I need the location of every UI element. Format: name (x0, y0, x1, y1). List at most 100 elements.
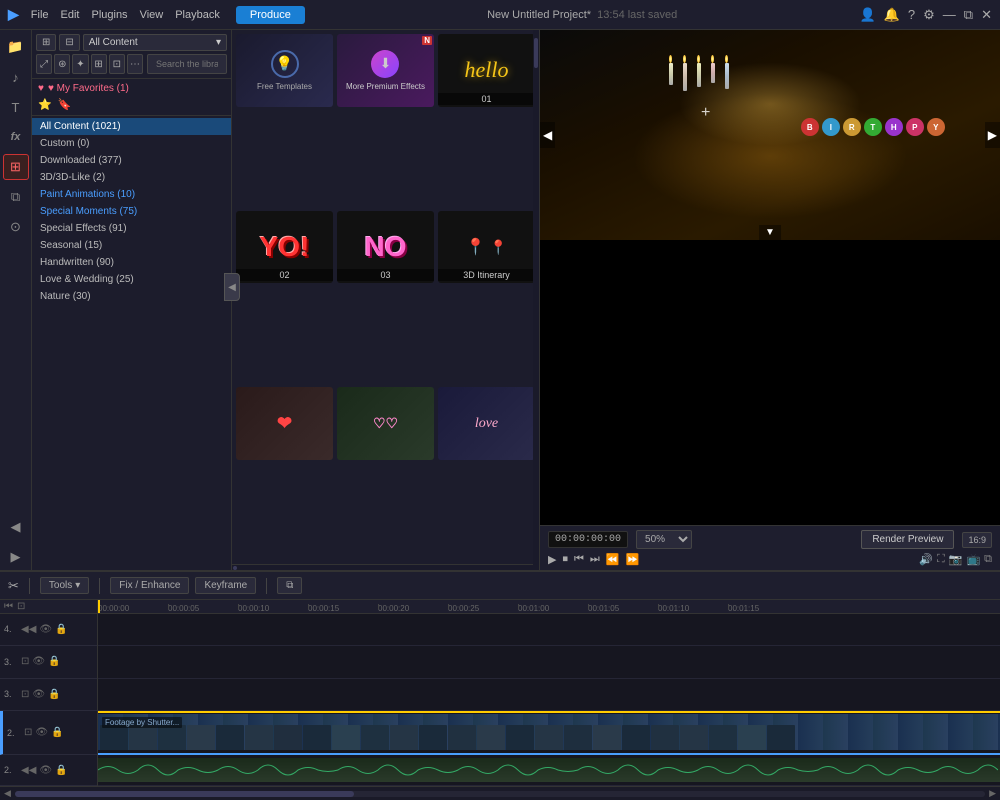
category-downloaded[interactable]: Downloaded (377) (32, 152, 231, 169)
track-3a-video-icon[interactable]: ⊡ (21, 656, 29, 667)
produce-button[interactable]: Produce (236, 6, 305, 24)
tools-dropdown[interactable]: Tools ▾ (40, 577, 89, 594)
lib-icon-6[interactable]: ⋯ (127, 54, 143, 74)
category-paint[interactable]: Paint Animations (10) (32, 186, 231, 203)
content-dropdown[interactable]: All Content ▾ (83, 34, 227, 51)
track-2a-lock-icon[interactable]: 🔒 (51, 727, 63, 738)
close-icon[interactable]: ✕ (981, 7, 992, 23)
fast-forward-button[interactable]: ⏩ (625, 553, 639, 566)
category-nature[interactable]: Nature (30) (32, 288, 231, 305)
menu-file[interactable]: File (31, 9, 49, 21)
home-button[interactable]: ⏮ (4, 601, 13, 612)
sidebar-icon-overlay[interactable]: ⊙ (3, 214, 29, 240)
snapshot-icon[interactable]: 📷 (949, 553, 963, 566)
h-scroll-thumb[interactable] (233, 566, 237, 570)
cut-scissors-button[interactable]: ✂ (8, 578, 19, 594)
track-3a-lock-icon[interactable]: 🔒 (48, 656, 60, 667)
search-input[interactable] (147, 54, 227, 74)
grid-item-free-templates[interactable]: 💡 Free Templates (236, 34, 333, 107)
render-preview-button[interactable]: Render Preview (861, 530, 954, 549)
track-2a-video-icon[interactable]: ⊡ (24, 727, 32, 738)
grid-item-row3a[interactable]: ❤ (236, 387, 333, 460)
menu-plugins[interactable]: Plugins (91, 9, 127, 21)
track-2b-eye-icon[interactable]: 👁 (39, 765, 52, 776)
fav-icon-bookmark[interactable]: 🔖 (58, 98, 72, 111)
stop-button[interactable]: ⏹ (562, 553, 568, 566)
menu-playback[interactable]: Playback (175, 9, 220, 21)
fullscreen-icon[interactable]: ⛶ (937, 553, 945, 566)
grid-item-row3b[interactable]: ♡♡ (337, 387, 434, 460)
track-3b-eye-icon[interactable]: 👁 (32, 689, 45, 700)
category-3d[interactable]: 3D/3D-Like (2) (32, 169, 231, 186)
pip-icon[interactable]: ⧉ (984, 553, 992, 566)
scroll-left-button[interactable]: ◀ (4, 788, 11, 799)
category-handwritten[interactable]: Handwritten (90) (32, 254, 231, 271)
sidebar-icon-collapse[interactable]: ◀ (3, 514, 29, 540)
lib-icon-2[interactable]: ⊛ (54, 54, 70, 74)
video-clip-strip[interactable]: Footage by Shutter... (98, 714, 1000, 750)
scroll-thumb[interactable] (15, 791, 355, 797)
category-all-content[interactable]: All Content (1021) (32, 118, 231, 135)
panel-collapse-button[interactable]: ◀ (224, 273, 240, 301)
grid-item-03[interactable]: NO 03 (337, 211, 434, 284)
lib-icon-3[interactable]: ✦ (72, 54, 88, 74)
grid-item-02[interactable]: YO! 02 (236, 211, 333, 284)
sidebar-icon-effects[interactable]: fx (3, 124, 29, 150)
preview-left-arrow[interactable]: ◀ (540, 122, 555, 148)
keyframe-button[interactable]: Keyframe (195, 577, 256, 594)
lib-icon-1[interactable]: ⤢ (36, 54, 52, 74)
track-4-audio-icon[interactable]: ◀◀ (21, 624, 36, 635)
sidebar-icon-transitions[interactable]: ⧉ (3, 184, 29, 210)
lib-icon-4[interactable]: ⊞ (91, 54, 107, 74)
fix-enhance-button[interactable]: Fix / Enhance (110, 577, 189, 594)
category-special-moments[interactable]: Special Moments (75) (32, 203, 231, 220)
prev-frame-button[interactable]: ⏮ (574, 553, 584, 566)
h-scroll-bar[interactable] (232, 564, 539, 570)
scroll-right-button[interactable]: ▶ (989, 788, 996, 799)
preview-right-arrow[interactable]: ▶ (985, 122, 1000, 148)
grid-view-button[interactable]: ⊟ (59, 34, 79, 51)
menu-edit[interactable]: Edit (61, 9, 80, 21)
track-3b-lock-icon[interactable]: 🔒 (48, 689, 60, 700)
volume-icon[interactable]: 🔊 (919, 553, 933, 566)
bell-icon[interactable]: 🔔 (884, 7, 900, 23)
menu-view[interactable]: View (140, 9, 164, 21)
lib-icon-5[interactable]: ⊡ (109, 54, 125, 74)
restore-icon[interactable]: ⧉ (964, 7, 973, 23)
cast-icon[interactable]: 📺 (966, 553, 980, 566)
grid-item-01[interactable]: hello 01 (438, 34, 535, 107)
track-3b-video-icon[interactable]: ⊡ (21, 689, 29, 700)
sidebar-icon-stickers[interactable]: ⊞ (3, 154, 29, 180)
scroll-thumb[interactable] (534, 38, 538, 68)
track-2a-eye-icon[interactable]: 👁 (35, 727, 48, 738)
grid-item-premium[interactable]: N ⬇ More Premium Effects (337, 34, 434, 107)
zoom-select[interactable]: 50% 100% 75% 25% (636, 530, 692, 549)
settings-icon[interactable]: ⚙ (923, 7, 935, 23)
category-love-wedding[interactable]: Love & Wedding (25) (32, 271, 231, 288)
fit-button[interactable]: ⊡ (17, 601, 25, 612)
account-icon[interactable]: 👤 (860, 7, 876, 23)
help-icon[interactable]: ? (908, 7, 915, 22)
next-frame-button[interactable]: ⏭ (590, 553, 600, 566)
track-3a-eye-icon[interactable]: 👁 (32, 656, 45, 667)
clip-settings-button[interactable]: ⧉ (277, 577, 302, 594)
track-2b-audio-icon[interactable]: ◀◀ (21, 765, 36, 776)
track-2b-lock-icon[interactable]: 🔒 (55, 765, 67, 776)
grid-item-3d-itinerary[interactable]: 📍 📍 3D Itinerary (438, 211, 535, 284)
timeline-scrollbar[interactable]: ◀ ▶ (0, 786, 1000, 800)
track-4-lock-icon[interactable]: 🔒 (55, 624, 67, 635)
grid-item-row3c[interactable]: love (438, 387, 535, 460)
import-button[interactable]: ⊞ (36, 34, 56, 51)
fav-icon-star[interactable]: ⭐ (38, 98, 52, 111)
playhead[interactable] (98, 600, 100, 613)
play-button[interactable]: ▶ (548, 553, 556, 566)
rewind-button[interactable]: ⏪ (606, 553, 620, 566)
sidebar-icon-music[interactable]: ♪ (3, 64, 29, 90)
category-seasonal[interactable]: Seasonal (15) (32, 237, 231, 254)
minimize-icon[interactable]: — (943, 7, 956, 22)
scroll-track[interactable] (15, 791, 985, 797)
track-4-eye-icon[interactable]: 👁 (39, 624, 52, 635)
sidebar-icon-text[interactable]: T (3, 94, 29, 120)
sidebar-icon-media[interactable]: 📁 (3, 34, 29, 60)
preview-bottom-arrow[interactable]: ▼ (759, 225, 781, 240)
